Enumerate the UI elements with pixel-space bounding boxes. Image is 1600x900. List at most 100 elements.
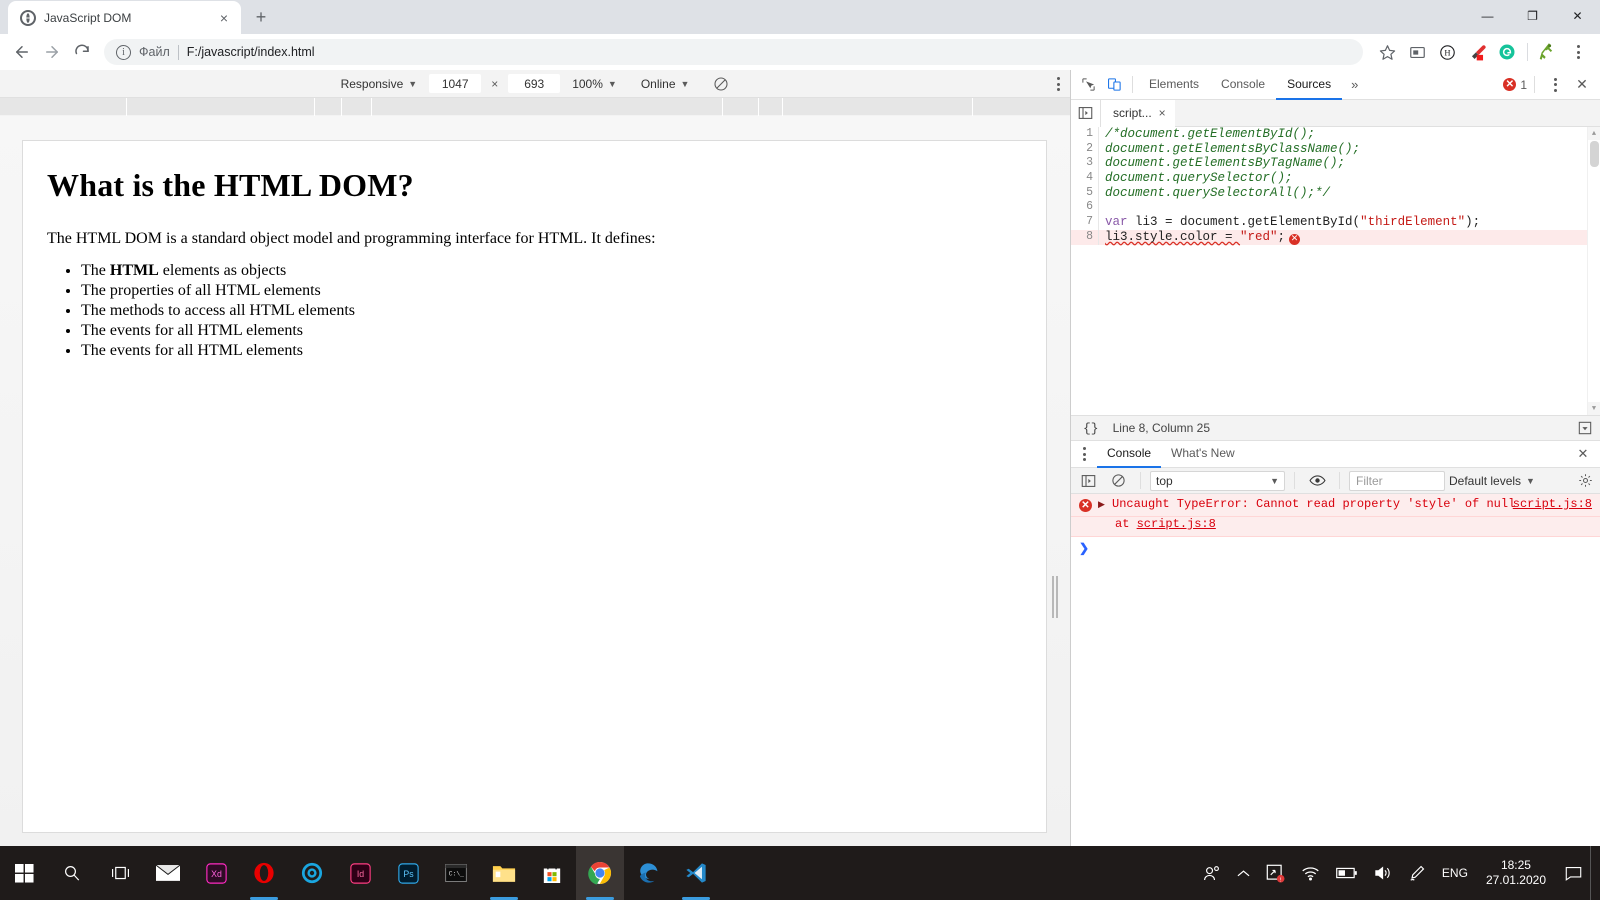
console-sidebar-icon[interactable]	[1075, 468, 1101, 494]
honey-extension-icon[interactable]: H	[1433, 38, 1461, 66]
minimize-button[interactable]: —	[1465, 0, 1510, 32]
people-icon[interactable]	[1195, 846, 1229, 900]
file-tab-script[interactable]: script... ×	[1101, 99, 1175, 127]
line-number[interactable]: 7	[1071, 215, 1099, 230]
device-toolbar-menu[interactable]	[1057, 70, 1060, 98]
code-line[interactable]: 4 document.querySelector();	[1071, 171, 1600, 186]
viewport-width-input[interactable]: 1047	[429, 74, 482, 93]
opera-app[interactable]	[240, 846, 288, 900]
viewport-height-input[interactable]: 693	[508, 74, 561, 93]
editor-popout-icon[interactable]	[1578, 421, 1592, 435]
colorpick-extension-icon[interactable]	[1463, 38, 1491, 66]
error-count-badge[interactable]: ✕ 1	[1503, 78, 1527, 92]
scroll-down-icon[interactable]: ▼	[1588, 402, 1600, 415]
maximize-button[interactable]: ❐	[1510, 0, 1555, 32]
start-button[interactable]	[0, 846, 48, 900]
reload-icon[interactable]	[68, 38, 96, 66]
onedrive-icon[interactable]: !	[1258, 846, 1293, 900]
device-toggle-icon[interactable]	[1101, 72, 1127, 98]
throttling-select[interactable]: Online ▼	[629, 77, 702, 91]
stack-link[interactable]: script.js:8	[1137, 517, 1216, 531]
zoom-select[interactable]: 100% ▼	[560, 77, 629, 91]
console-message-source-link[interactable]: script.js:8	[1513, 497, 1592, 511]
line-number[interactable]: 3	[1071, 156, 1099, 172]
forward-icon[interactable]	[38, 38, 66, 66]
brave-app[interactable]	[288, 846, 336, 900]
vscode-app[interactable]	[672, 846, 720, 900]
terminal-app[interactable]: C:\_	[432, 846, 480, 900]
chrome-app[interactable]	[576, 846, 624, 900]
drawer-menu-icon[interactable]	[1071, 441, 1097, 468]
editor-scrollbar[interactable]: ▲ ▼	[1587, 127, 1600, 415]
console-output[interactable]: ✕ ▶ Uncaught TypeError: Cannot read prop…	[1071, 494, 1600, 790]
clock[interactable]: 18:25 27.01.2020	[1476, 846, 1556, 900]
photoshop-app[interactable]: Ps	[384, 846, 432, 900]
battery-icon[interactable]	[1328, 846, 1366, 900]
gear-icon[interactable]	[1574, 470, 1596, 492]
edge-app[interactable]	[624, 846, 672, 900]
line-number[interactable]: 6	[1071, 200, 1099, 216]
devtools-close-button[interactable]: ✕	[1570, 73, 1594, 97]
expand-icon[interactable]: ▶	[1098, 500, 1106, 512]
back-icon[interactable]	[8, 38, 36, 66]
star-icon[interactable]	[1373, 38, 1401, 66]
tab-sources[interactable]: Sources	[1276, 70, 1343, 100]
browser-tab[interactable]: JavaScript DOM ×	[8, 1, 241, 34]
inspect-cursor-icon[interactable]	[1075, 72, 1101, 98]
line-number[interactable]: 8	[1071, 229, 1099, 245]
profile-icon[interactable]	[1534, 38, 1562, 66]
language-indicator[interactable]: ENG	[1434, 846, 1476, 900]
tab-elements[interactable]: Elements	[1138, 70, 1210, 100]
address-bar[interactable]: i Файл F:/javascript/index.html	[104, 39, 1363, 65]
windows-ink-icon[interactable]	[1400, 846, 1434, 900]
code-line[interactable]: 5 document.querySelectorAll();*/	[1071, 185, 1600, 201]
code-line[interactable]: 6	[1071, 200, 1600, 216]
line-number[interactable]: 5	[1071, 185, 1099, 201]
line-number[interactable]: 2	[1071, 141, 1099, 157]
rotate-icon[interactable]	[701, 76, 741, 92]
line-number[interactable]: 4	[1071, 171, 1099, 186]
drawer-tab-whats-new[interactable]: What's New	[1161, 441, 1245, 468]
wifi-icon[interactable]	[1293, 846, 1328, 900]
line-number[interactable]: 1	[1071, 127, 1099, 142]
console-filter-input[interactable]: Filter	[1349, 470, 1445, 491]
chrome-menu-icon[interactable]	[1564, 38, 1592, 66]
file-explorer-app[interactable]	[480, 846, 528, 900]
tab-console[interactable]: Console	[1210, 70, 1276, 100]
source-code-editor[interactable]: 1 /*document.getElementById(); 2 document.g…	[1071, 127, 1600, 415]
close-icon[interactable]: ×	[1159, 106, 1166, 120]
drawer-close-button[interactable]: ✕	[1570, 441, 1596, 468]
clear-console-icon[interactable]	[1105, 468, 1131, 494]
execution-context-select[interactable]: top ▼	[1150, 470, 1285, 491]
indesign-app[interactable]: Id	[336, 846, 384, 900]
code-line[interactable]: 1 /*document.getElementById();	[1071, 127, 1600, 142]
code-line[interactable]: 7 var li3 = document.getElementById("thir…	[1071, 215, 1600, 230]
notifications-icon[interactable]	[1556, 846, 1590, 900]
viewport-width-handle[interactable]	[1052, 571, 1058, 623]
cast-icon[interactable]	[1403, 38, 1431, 66]
code-line[interactable]: 2 document.getElementsByClassName();	[1071, 141, 1600, 157]
console-input-prompt[interactable]: ❯	[1071, 537, 1600, 560]
info-icon[interactable]: i	[116, 44, 131, 60]
adobe-xd-app[interactable]: Xd	[192, 846, 240, 900]
mail-app[interactable]	[144, 846, 192, 900]
volume-icon[interactable]	[1366, 846, 1400, 900]
show-desktop-button[interactable]	[1590, 846, 1596, 900]
microsoft-store-app[interactable]	[528, 846, 576, 900]
drawer-tab-console[interactable]: Console	[1097, 441, 1162, 468]
code-line[interactable]: 8 li3.style.color = "red"; ✕	[1071, 230, 1600, 245]
show-hidden-icons-icon[interactable]	[1229, 846, 1258, 900]
device-select[interactable]: Responsive ▼	[329, 77, 430, 91]
search-button[interactable]	[48, 846, 96, 900]
more-tabs-icon[interactable]: »	[1342, 70, 1367, 100]
scrollbar-thumb[interactable]	[1590, 141, 1599, 167]
task-view-button[interactable]	[96, 846, 144, 900]
new-tab-button[interactable]: +	[247, 3, 275, 31]
console-error-message[interactable]: ✕ ▶ Uncaught TypeError: Cannot read prop…	[1071, 494, 1600, 517]
pretty-print-icon[interactable]: {}	[1079, 421, 1103, 436]
grammarly-extension-icon[interactable]	[1493, 38, 1521, 66]
code-line[interactable]: 3 document.getElementsByTagName();	[1071, 156, 1600, 172]
live-expression-icon[interactable]	[1304, 468, 1330, 494]
close-window-button[interactable]: ✕	[1555, 0, 1600, 32]
log-levels-select[interactable]: Default levels ▼	[1449, 474, 1535, 488]
